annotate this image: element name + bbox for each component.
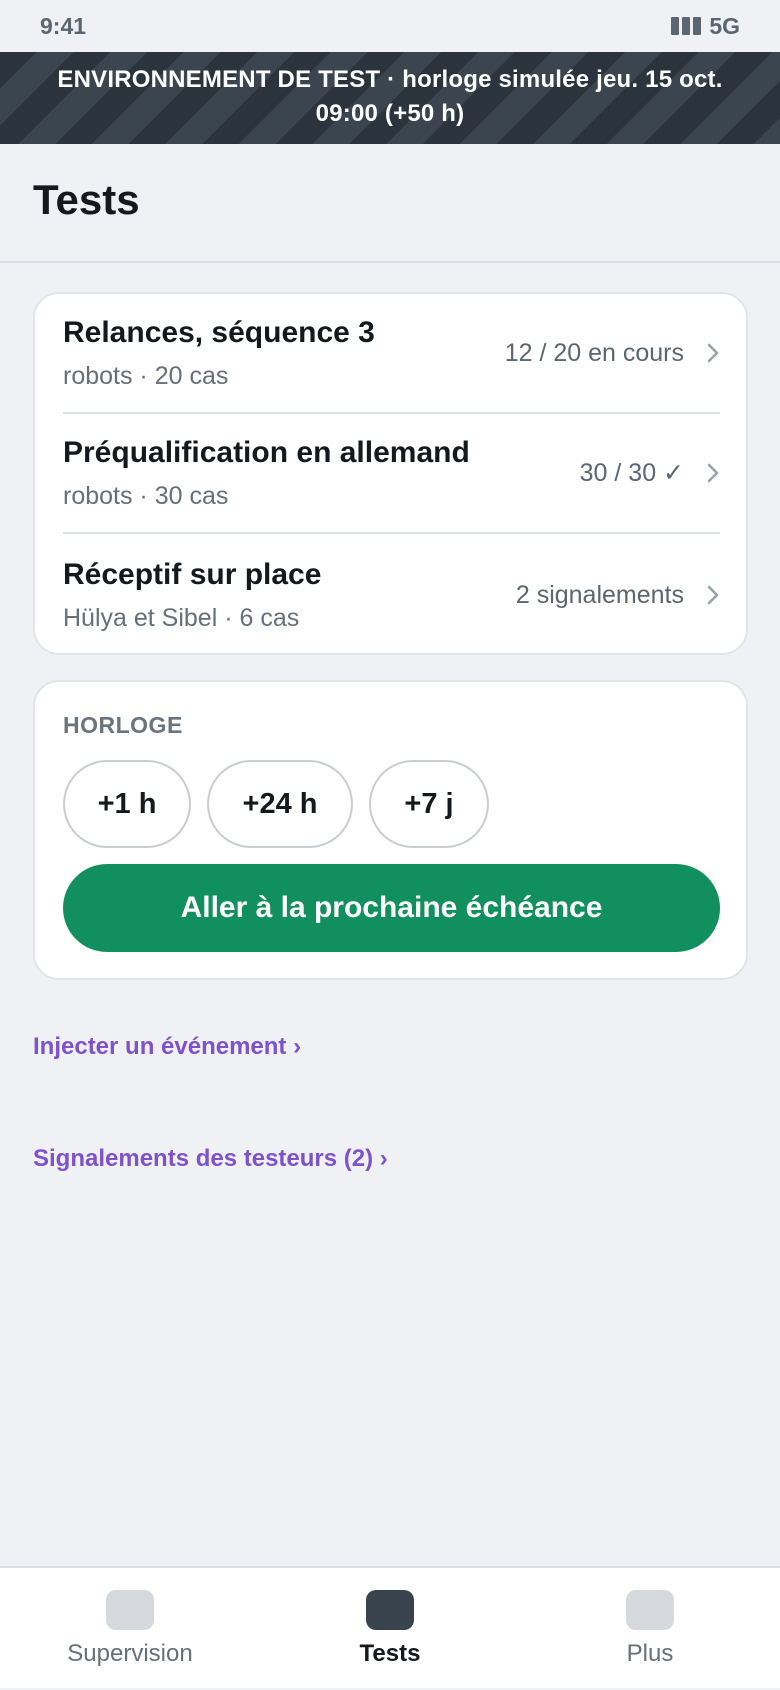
chevron-right-icon [707, 585, 719, 605]
test-environment-banner: ENVIRONNEMENT DE TEST · horloge simulée … [0, 52, 780, 144]
nav-label: Plus [626, 1640, 674, 1667]
test-row[interactable]: Préqualification en allemand robots · 30… [63, 414, 720, 534]
test-row-right: 2 signalements [516, 581, 720, 610]
advance-24h-chip[interactable]: +24 h [207, 760, 353, 848]
test-status: 12 / 20 en cours [504, 338, 684, 367]
status-right: 5G [671, 13, 740, 40]
tester-reports-link[interactable]: Signalements des testeurs (2) › [33, 1145, 388, 1173]
page-header: Tests [0, 144, 780, 263]
signal-bars-icon [671, 17, 702, 35]
nav-item-tests[interactable]: Tests [260, 1568, 520, 1690]
test-status: 30 / 30 ✓ [579, 459, 684, 487]
test-title: Réceptif sur place [63, 557, 322, 591]
advance-7d-chip[interactable]: +7 j [369, 760, 489, 848]
chevron-right-icon [707, 343, 719, 363]
nav-item-more[interactable]: Plus [520, 1568, 780, 1690]
test-title: Préqualification en allemand [63, 435, 470, 469]
test-row-text: Relances, séquence 3 robots · 20 cas [63, 316, 375, 391]
test-subtitle: Hülya et Sibel · 6 cas [63, 603, 300, 632]
test-subtitle: robots · 30 cas [63, 481, 229, 510]
chevron-right-icon [707, 463, 719, 483]
test-title: Relances, séquence 3 [63, 315, 375, 349]
test-status: 2 signalements [515, 580, 684, 609]
page-title: Tests [33, 176, 140, 223]
test-row-text: Préqualification en allemand robots · 30… [63, 436, 470, 511]
nav-item-supervision[interactable]: Supervision [0, 1568, 260, 1690]
more-icon [626, 1590, 674, 1630]
network-label: 5G [709, 12, 740, 39]
inject-event-link[interactable]: Injecter un événement › [33, 1033, 301, 1061]
test-row[interactable]: Relances, séquence 3 robots · 20 cas 12 … [63, 294, 720, 414]
tests-icon [366, 1590, 414, 1630]
test-row[interactable]: Réceptif sur place Hülya et Sibel · 6 ca… [63, 535, 720, 655]
bottom-nav: Supervision Tests Plus [0, 1566, 780, 1688]
nav-label: Supervision [67, 1640, 193, 1667]
test-row-right: 30 / 30 ✓ [580, 458, 720, 488]
nav-label: Tests [359, 1640, 421, 1667]
next-deadline-button[interactable]: Aller à la prochaine échéance [63, 864, 720, 952]
test-row-right: 12 / 20 en cours [505, 339, 720, 368]
clock-card: HORLOGE +1 h +24 h +7 j Aller à la proch… [33, 680, 748, 980]
clock-section-label: HORLOGE [63, 712, 183, 738]
status-time: 9:41 [40, 12, 87, 39]
tests-card: Relances, séquence 3 robots · 20 cas 12 … [33, 292, 748, 655]
advance-1h-chip[interactable]: +1 h [63, 760, 191, 848]
supervision-icon [106, 1590, 154, 1630]
test-subtitle: robots · 20 cas [63, 361, 229, 390]
test-row-text: Réceptif sur place Hülya et Sibel · 6 ca… [63, 558, 321, 633]
status-bar: 9:41 5G [0, 0, 780, 52]
